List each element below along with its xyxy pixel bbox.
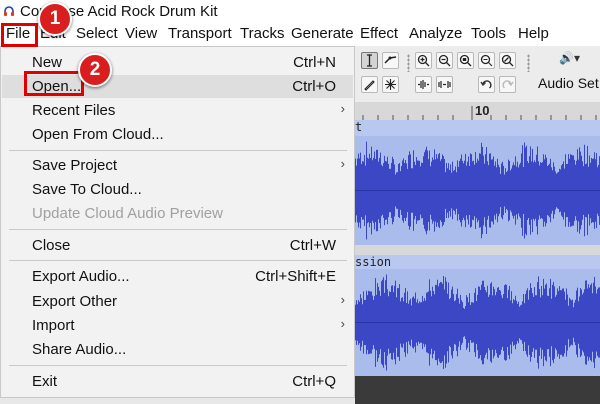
menu-item-share-audio[interactable]: Share Audio... (2, 338, 353, 361)
menu-item-save-to-cloud[interactable]: Save To Cloud... (2, 178, 353, 201)
menu-view[interactable]: View (125, 25, 157, 42)
menu-help[interactable]: Help (518, 25, 549, 42)
step-badge-1: 1 (38, 2, 72, 36)
toolbar-grip[interactable] (527, 54, 530, 72)
menu-separator (9, 229, 347, 230)
menu-item-import[interactable]: Import › (2, 314, 353, 337)
trim-audio-icon[interactable] (415, 76, 432, 93)
track-2-header (355, 255, 600, 269)
menu-item-shortcut: Ctrl+N (293, 54, 336, 71)
menu-item-shortcut: Ctrl+Q (292, 373, 336, 390)
menu-separator (9, 365, 347, 366)
menu-generate[interactable]: Generate (291, 25, 354, 42)
submenu-arrow-icon: › (340, 316, 345, 331)
submenu-arrow-icon: › (340, 156, 345, 171)
ruler-ticks (362, 106, 597, 120)
file-menu-dropdown: New Ctrl+N Open... Ctrl+O Recent Files ›… (0, 46, 355, 398)
step-badge-2: 2 (78, 53, 112, 87)
menu-transport[interactable]: Transport (168, 25, 232, 42)
redo-icon[interactable] (499, 76, 516, 93)
horizontal-scrollbar[interactable] (355, 376, 600, 404)
menu-tracks[interactable]: Tracks (240, 25, 284, 42)
menu-item-label: Share Audio... (32, 341, 127, 358)
track-2-name: ssion (355, 255, 392, 269)
audio-setup-icon[interactable]: 🔊▾ (559, 51, 580, 65)
menu-item-label: Close (32, 237, 71, 254)
menu-item-close[interactable]: Close Ctrl+W (2, 234, 353, 257)
fit-project-icon[interactable] (478, 52, 495, 69)
menu-item-open-from-cloud[interactable]: Open From Cloud... (2, 123, 353, 146)
undo-icon[interactable] (478, 76, 495, 93)
menu-separator (9, 150, 347, 151)
menu-item-label: Save To Cloud... (32, 181, 142, 198)
toolbar: 🔊▾ Audio Set (355, 46, 600, 102)
envelope-tool-icon[interactable] (382, 52, 399, 69)
timeline-ruler[interactable]: 10 (355, 102, 600, 121)
track-separator (355, 245, 600, 255)
open-item-highlight-box (24, 71, 84, 96)
menu-effect[interactable]: Effect (360, 25, 398, 42)
audio-track-1[interactable]: t (355, 120, 600, 245)
menu-item-shortcut: Ctrl+Shift+E (255, 268, 336, 285)
audio-track-2[interactable]: ssion (355, 255, 600, 376)
menu-item-label: Export Other (32, 293, 118, 310)
title-bar: Compose Acid Rock Drum Kit (0, 0, 600, 22)
menu-item-label: Update Cloud Audio Preview (32, 205, 223, 222)
zoom-out-icon[interactable] (436, 52, 453, 69)
menu-separator (9, 260, 347, 261)
track-2-waveform (355, 274, 600, 371)
track-1-waveform (355, 141, 600, 240)
silence-audio-icon[interactable] (436, 76, 453, 93)
submenu-arrow-icon: › (340, 101, 345, 116)
menu-item-label: Save Project (32, 157, 118, 174)
menu-item-recent-files[interactable]: Recent Files › (2, 99, 353, 122)
menu-item-label: Export Audio... (32, 268, 130, 285)
audacity-headphones-icon (4, 6, 14, 16)
menu-item-shortcut: Ctrl+W (289, 237, 336, 254)
menu-select[interactable]: Select (76, 25, 118, 42)
menu-item-save-project[interactable]: Save Project › (2, 154, 353, 177)
track-1-name: t (355, 120, 363, 134)
menu-item-exit[interactable]: Exit Ctrl+Q (2, 370, 353, 393)
fit-selection-icon[interactable] (457, 52, 474, 69)
menu-item-export-other[interactable]: Export Other › (2, 290, 353, 313)
menu-analyze[interactable]: Analyze (409, 25, 462, 42)
file-menu-highlight-box (1, 23, 38, 47)
zoom-in-icon[interactable] (415, 52, 432, 69)
track-1-header (355, 120, 600, 136)
multi-tool-icon[interactable] (382, 76, 399, 93)
menu-item-update-cloud-audio-preview: Update Cloud Audio Preview (2, 202, 353, 225)
menu-item-label: Exit (32, 373, 58, 390)
menu-bar: File Edit Select View Transport Tracks G… (0, 22, 600, 46)
select-tool-icon[interactable] (361, 52, 378, 69)
menu-item-label: Open From Cloud... (32, 126, 164, 143)
menu-item-export-audio[interactable]: Export Audio... Ctrl+Shift+E (2, 265, 353, 288)
submenu-arrow-icon: › (340, 292, 345, 307)
menu-item-shortcut: Ctrl+O (292, 78, 336, 95)
menu-item-label: New (32, 54, 63, 71)
menu-item-label: Recent Files (32, 102, 116, 119)
menu-tools[interactable]: Tools (471, 25, 506, 42)
toolbar-grip[interactable] (407, 54, 410, 72)
audio-setup-button[interactable]: Audio Set (538, 75, 599, 91)
draw-tool-icon[interactable] (361, 76, 378, 93)
menu-item-label: Import (32, 317, 75, 334)
zoom-toggle-icon[interactable] (499, 52, 516, 69)
